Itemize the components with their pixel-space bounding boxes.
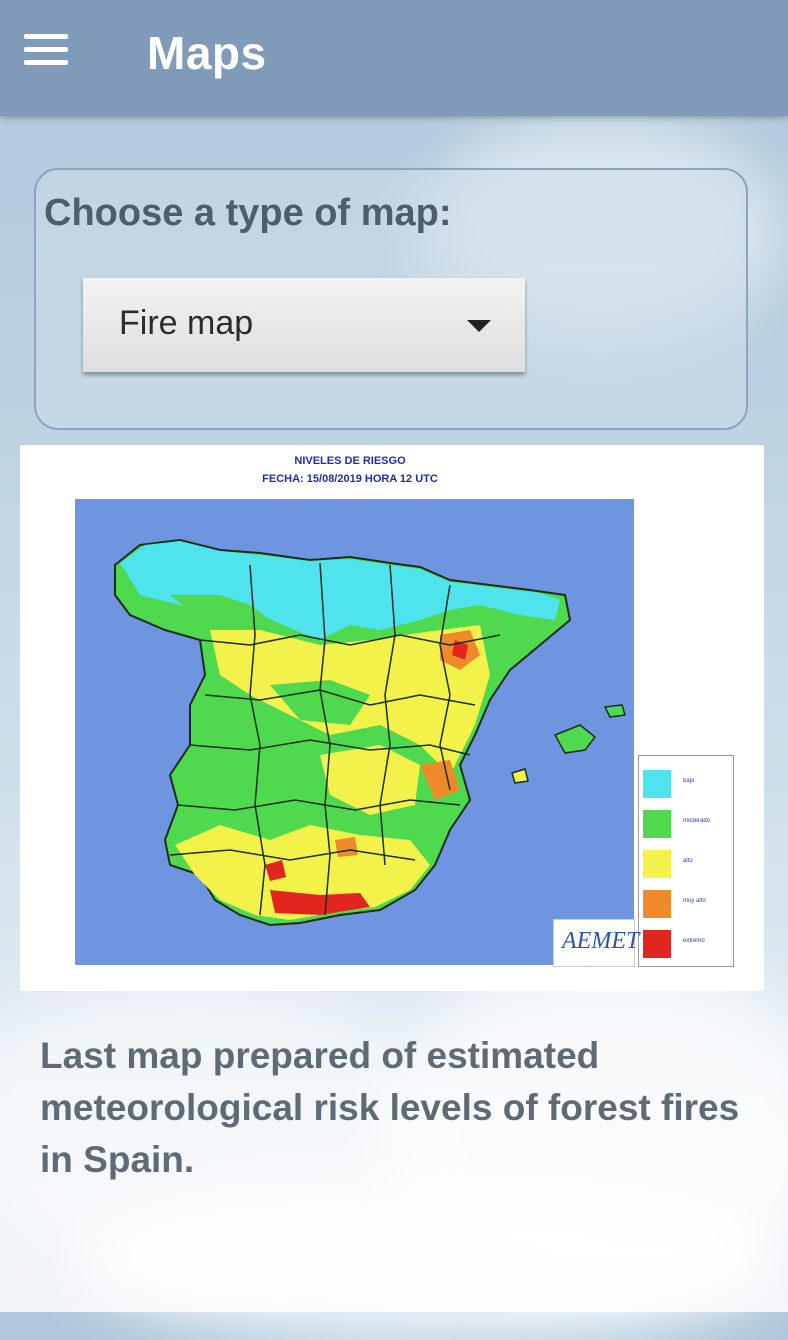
aemet-logo-text: AEMET — [562, 928, 640, 954]
legend-swatch — [643, 890, 671, 918]
legend-label: bajo — [683, 778, 695, 784]
page-title: Maps — [147, 27, 267, 79]
dropdown-caret-icon — [467, 320, 491, 332]
legend-item: bajo — [643, 770, 731, 798]
map-legend: bajo moderado alto muy alto extremo — [638, 755, 734, 967]
legend-item: extremo — [643, 930, 731, 958]
legend-swatch — [643, 770, 671, 798]
map-type-panel: Choose a type of map: Fire map — [34, 168, 748, 430]
legend-item: muy alto — [643, 890, 731, 918]
legend-item: moderado — [643, 810, 731, 838]
legend-label: extremo — [683, 938, 705, 944]
legend-swatch — [643, 810, 671, 838]
map-type-selected-value: Fire map — [119, 304, 254, 342]
aemet-logo: AEMET — [553, 919, 639, 967]
map-description: Last map prepared of estimated meteorolo… — [40, 1035, 740, 1180]
legend-item: alto — [643, 850, 731, 878]
app-bar: Maps — [0, 0, 788, 116]
legend-label: muy alto — [683, 898, 706, 904]
map-type-dropdown[interactable]: Fire map — [83, 278, 525, 372]
map-type-label: Choose a type of map: — [44, 192, 452, 234]
legend-label: moderado — [683, 818, 711, 824]
fire-risk-map-image: NIVELES DE RIESGO FECHA: 15/08/2019 HORA… — [20, 445, 764, 991]
legend-swatch — [643, 850, 671, 878]
legend-swatch — [643, 930, 671, 958]
hamburger-menu-icon[interactable] — [24, 34, 68, 68]
legend-label: alto — [683, 858, 693, 864]
